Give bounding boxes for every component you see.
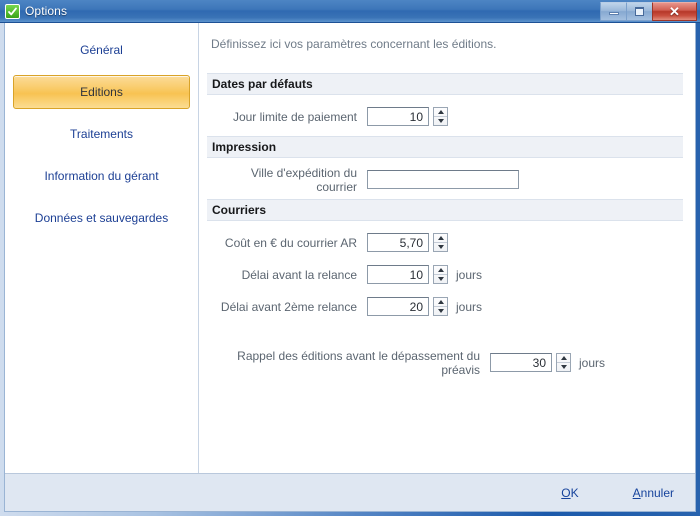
- layout-spacer: [207, 326, 683, 350]
- cancel-label-rest: nnuler: [641, 486, 674, 500]
- chevron-down-icon: [561, 365, 567, 369]
- delai-2eme-relance-stepper[interactable]: [433, 297, 448, 316]
- stepper-up-button[interactable]: [434, 234, 447, 243]
- section-header-courriers: Courriers: [207, 199, 683, 221]
- delai-relance-stepper[interactable]: [433, 265, 448, 284]
- sidebar-item-label: Information du gérant: [44, 169, 158, 183]
- stepper-down-button[interactable]: [557, 363, 570, 371]
- stepper-up-button[interactable]: [434, 298, 447, 307]
- client-area: Général Editions Traitements Information…: [4, 23, 696, 512]
- field-row-cout-courrier-ar: Coût en € du courrier AR: [207, 230, 683, 255]
- ok-label-rest: K: [571, 486, 579, 500]
- sidebar-item-label: Données et sauvegardes: [35, 211, 168, 225]
- sidebar-item-editions[interactable]: Editions: [13, 75, 190, 109]
- window-controls: ✕: [601, 1, 700, 22]
- sidebar-item-traitements[interactable]: Traitements: [13, 117, 190, 151]
- stepper-down-button[interactable]: [434, 117, 447, 125]
- field-unit: jours: [456, 268, 482, 282]
- cout-courrier-ar-stepper[interactable]: [433, 233, 448, 252]
- chevron-down-icon: [438, 119, 444, 123]
- cancel-button[interactable]: Annuler: [630, 484, 677, 502]
- stepper-up-button[interactable]: [434, 266, 447, 275]
- section-header-dates: Dates par défauts: [207, 73, 683, 95]
- rappel-editions-input[interactable]: [490, 353, 552, 372]
- field-label: Délai avant 2ème relance: [207, 300, 367, 314]
- field-label: Coût en € du courrier AR: [207, 236, 367, 250]
- page-description: Définissez ici vos paramètres concernant…: [207, 35, 683, 51]
- delai-2eme-relance-input[interactable]: [367, 297, 429, 316]
- ok-accel-letter: O: [561, 486, 570, 500]
- chevron-up-icon: [438, 300, 444, 304]
- field-row-delai-relance: Délai avant la relance jours: [207, 262, 683, 287]
- chevron-up-icon: [561, 356, 567, 360]
- sidebar-item-label: Editions: [80, 85, 123, 99]
- sidebar-item-label: Général: [80, 43, 123, 57]
- stepper-down-button[interactable]: [434, 243, 447, 251]
- delai-relance-input[interactable]: [367, 265, 429, 284]
- field-row-delai-2eme-relance: Délai avant 2ème relance jours: [207, 294, 683, 319]
- field-label: Jour limite de paiement: [207, 110, 367, 124]
- dialog-footer: OK Annuler: [5, 473, 695, 511]
- field-label: Ville d'expédition du courrier: [207, 166, 367, 194]
- field-label: Délai avant la relance: [207, 268, 367, 282]
- sidebar-item-general[interactable]: Général: [13, 33, 190, 67]
- chevron-down-icon: [438, 309, 444, 313]
- settings-content: Définissez ici vos paramètres concernant…: [199, 23, 695, 473]
- options-window: Options ✕ Général Editions: [0, 0, 700, 516]
- field-unit: jours: [579, 356, 605, 370]
- stepper-down-button[interactable]: [434, 307, 447, 315]
- field-row-ville-expedition: Ville d'expédition du courrier: [207, 167, 683, 192]
- maximize-button[interactable]: [626, 2, 653, 21]
- sidebar-item-information-du-gerant[interactable]: Information du gérant: [13, 159, 190, 193]
- field-row-jour-limite-paiement: Jour limite de paiement: [207, 104, 683, 129]
- jour-limite-paiement-stepper[interactable]: [433, 107, 448, 126]
- body-area: Général Editions Traitements Information…: [5, 23, 695, 473]
- stepper-up-button[interactable]: [557, 354, 570, 363]
- stepper-up-button[interactable]: [434, 108, 447, 117]
- rappel-editions-stepper[interactable]: [556, 353, 571, 372]
- app-icon: [5, 4, 20, 19]
- window-title: Options: [25, 4, 67, 18]
- sidebar-item-donnees-et-sauvegardes[interactable]: Données et sauvegardes: [13, 201, 190, 235]
- jour-limite-paiement-input[interactable]: [367, 107, 429, 126]
- cout-courrier-ar-input[interactable]: [367, 233, 429, 252]
- chevron-up-icon: [438, 236, 444, 240]
- ok-button[interactable]: OK: [558, 484, 581, 502]
- close-icon: ✕: [669, 5, 680, 18]
- sidebar-item-label: Traitements: [70, 127, 133, 141]
- chevron-down-icon: [438, 277, 444, 281]
- section-header-impression: Impression: [207, 136, 683, 158]
- field-row-rappel-editions: Rappel des éditions avant le dépassement…: [207, 350, 683, 375]
- field-unit: jours: [456, 300, 482, 314]
- maximize-icon: [635, 7, 644, 16]
- cancel-accel-letter: A: [633, 486, 641, 500]
- chevron-up-icon: [438, 110, 444, 114]
- chevron-up-icon: [438, 268, 444, 272]
- title-bar[interactable]: Options ✕: [0, 0, 700, 23]
- stepper-down-button[interactable]: [434, 275, 447, 283]
- settings-sidebar: Général Editions Traitements Information…: [5, 23, 199, 473]
- close-button[interactable]: ✕: [652, 2, 697, 21]
- minimize-button[interactable]: [600, 2, 627, 21]
- chevron-down-icon: [438, 245, 444, 249]
- ville-expedition-input[interactable]: [367, 170, 519, 189]
- minimize-icon: [609, 12, 619, 15]
- field-label: Rappel des éditions avant le dépassement…: [207, 349, 490, 377]
